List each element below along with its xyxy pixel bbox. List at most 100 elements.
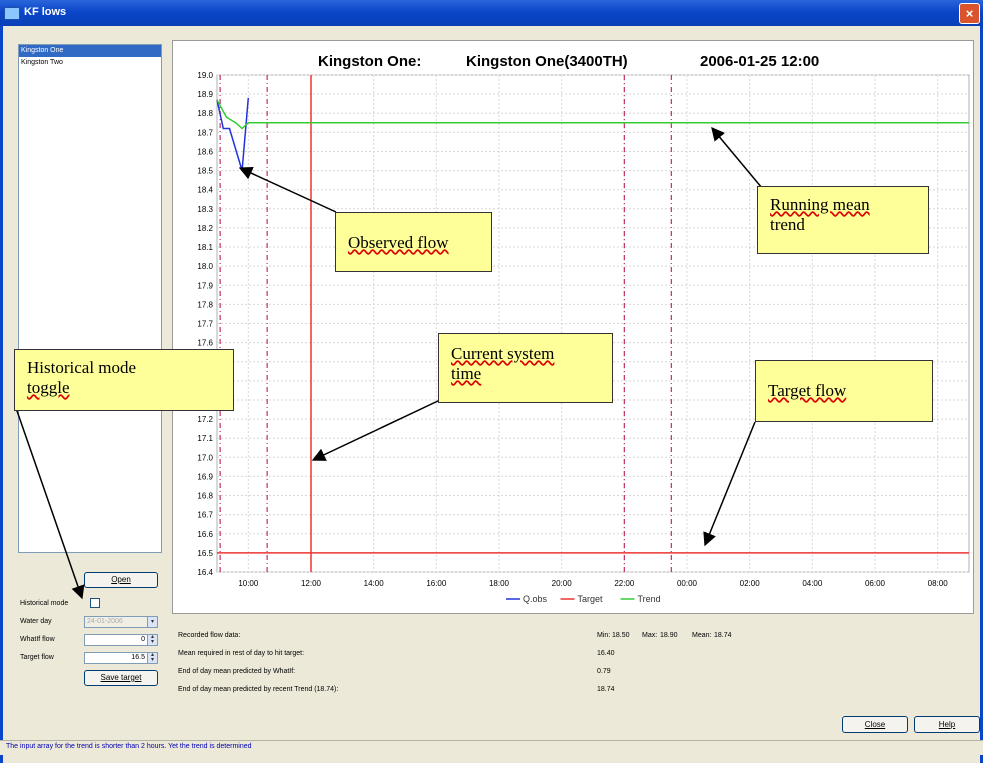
x-tick-label: 08:00	[928, 579, 949, 588]
x-tick-label: 14:00	[364, 579, 385, 588]
x-tick-label: 10:00	[238, 579, 259, 588]
y-tick-label: 18.8	[197, 109, 213, 118]
y-tick-label: 16.8	[197, 492, 213, 501]
stat-max-value: 18.90	[660, 632, 678, 639]
target-flow-value: 16.5	[131, 654, 145, 661]
left-controls: Open Historical mode Water day 24-01-200…	[18, 560, 160, 710]
water-day-field: 24-01-2006 ▾	[84, 616, 158, 628]
mean-required-value: 16.40	[597, 650, 615, 657]
x-tick-label: 18:00	[489, 579, 510, 588]
x-tick-label: 12:00	[301, 579, 322, 588]
flow-chart: Kingston One: Kingston One(3400TH) 2006-…	[197, 53, 970, 604]
callout-historical-mode-line2: toggle	[27, 378, 70, 397]
predicted-whatif-value: 0.79	[597, 668, 611, 675]
stat-mean-value: 18.74	[714, 632, 732, 639]
stat-min-value: 18.50	[612, 632, 630, 639]
callout-running-mean: Running mean trend	[757, 186, 929, 254]
legend-label: Target	[578, 594, 604, 604]
chart-title-time: 2006-01-25 12:00	[700, 53, 819, 70]
window-title-bar: KF lows ×	[0, 0, 983, 26]
y-tick-label: 18.2	[197, 224, 213, 233]
chart-title-site: Kingston One:	[318, 53, 421, 70]
whatif-flow-value: 0	[141, 636, 145, 643]
close-button[interactable]: Close	[842, 716, 908, 733]
water-day-value: 24-01-2006	[87, 618, 123, 625]
target-flow-label: Target flow	[20, 654, 54, 661]
stats-panel: Recorded flow data: Min: 18.50 Max: 18.9…	[172, 618, 972, 710]
y-tick-label: 17.9	[197, 281, 213, 290]
whatif-flow-stepper-icon[interactable]: ▴ ▾	[147, 634, 157, 645]
save-target-button-label: Save target	[100, 673, 142, 682]
legend-label: Trend	[638, 594, 661, 604]
y-tick-label: 18.4	[197, 186, 213, 195]
x-tick-label: 02:00	[740, 579, 761, 588]
y-tick-label: 16.4	[197, 568, 213, 577]
status-bar: The input array for the trend is shorter…	[0, 740, 983, 755]
historical-mode-checkbox[interactable]	[90, 598, 100, 608]
water-day-dropdown-icon: ▾	[147, 617, 157, 627]
y-tick-label: 18.9	[197, 90, 213, 99]
help-button-label: Help	[938, 720, 956, 729]
y-tick-label: 16.5	[197, 549, 213, 558]
stat-mean-label: Mean:	[692, 632, 712, 639]
close-button-label: Close	[864, 720, 886, 729]
callout-target-flow-text: Target flow	[768, 381, 847, 400]
site-list-item-kingston-two[interactable]: Kingston Two	[19, 57, 161, 69]
window-title: KF lows	[24, 6, 67, 18]
status-text: The input array for the trend is shorter…	[6, 743, 252, 750]
callout-current-time: Current system time	[438, 333, 613, 403]
save-target-button[interactable]: Save target	[84, 670, 158, 686]
y-tick-label: 18.1	[197, 243, 213, 252]
y-tick-label: 16.9	[197, 472, 213, 481]
y-tick-label: 18.3	[197, 205, 213, 214]
callout-target-flow: Target flow	[755, 360, 933, 422]
y-tick-label: 17.1	[197, 434, 213, 443]
x-tick-label: 22:00	[614, 579, 635, 588]
y-tick-label: 17.8	[197, 300, 213, 309]
historical-mode-label: Historical mode	[20, 600, 69, 607]
y-tick-label: 17.0	[197, 453, 213, 462]
water-day-label: Water day	[20, 618, 52, 625]
target-flow-stepper-icon[interactable]: ▴ ▾	[147, 652, 157, 663]
site-list-item-kingston-one[interactable]: Kingston One	[19, 45, 161, 57]
open-button[interactable]: Open	[84, 572, 158, 588]
chart-title-gauge: Kingston One(3400TH)	[466, 53, 628, 70]
y-tick-label: 16.7	[197, 511, 213, 520]
window-close-button[interactable]: ×	[959, 3, 980, 24]
callout-running-mean-line1: Running mean	[770, 195, 870, 214]
y-tick-label: 18.5	[197, 167, 213, 176]
y-tick-label: 18.0	[197, 262, 213, 271]
site-list[interactable]: Kingston One Kingston Two	[18, 44, 162, 553]
x-tick-label: 20:00	[552, 579, 573, 588]
x-tick-label: 16:00	[426, 579, 447, 588]
y-tick-label: 17.6	[197, 339, 213, 348]
y-tick-label: 18.7	[197, 128, 213, 137]
target-flow-field[interactable]: 16.5 ▴ ▾	[84, 652, 158, 664]
chart-panel: Kingston One: Kingston One(3400TH) 2006-…	[172, 40, 974, 614]
stat-min-label: Min:	[597, 632, 611, 639]
y-tick-label: 16.6	[197, 530, 213, 539]
y-tick-label: 17.2	[197, 415, 213, 424]
callout-current-time-line1: Current system	[451, 344, 555, 363]
y-tick-label: 17.7	[197, 320, 213, 329]
callout-historical-mode-line1: Historical mode	[27, 358, 137, 377]
y-tick-label: 19.0	[197, 71, 213, 80]
x-tick-label: 00:00	[677, 579, 698, 588]
predicted-whatif-label: End of day mean predicted by WhatIf:	[178, 668, 296, 675]
chart-legend: Q.obs Target Trend	[506, 594, 661, 604]
mean-required-label: Mean required in rest of day to hit targ…	[178, 650, 305, 657]
callout-current-time-line2: time	[451, 364, 482, 383]
callout-observed-flow-text: Observed flow	[348, 233, 449, 252]
predicted-trend-value: 18.74	[597, 686, 615, 693]
x-tick-label: 06:00	[865, 579, 886, 588]
recorded-flow-label: Recorded flow data:	[178, 632, 241, 639]
legend-label: Q.obs	[523, 594, 548, 604]
open-button-label: Open	[111, 575, 131, 584]
callout-historical-mode: Historical mode toggle	[14, 349, 234, 411]
whatif-flow-field[interactable]: 0 ▴ ▾	[84, 634, 158, 646]
help-button[interactable]: Help	[914, 716, 980, 733]
whatif-flow-label: WhatIf flow	[20, 636, 55, 643]
x-tick-label: 04:00	[802, 579, 823, 588]
callout-observed-flow: Observed flow	[335, 212, 492, 272]
stat-max-label: Max:	[642, 632, 658, 639]
